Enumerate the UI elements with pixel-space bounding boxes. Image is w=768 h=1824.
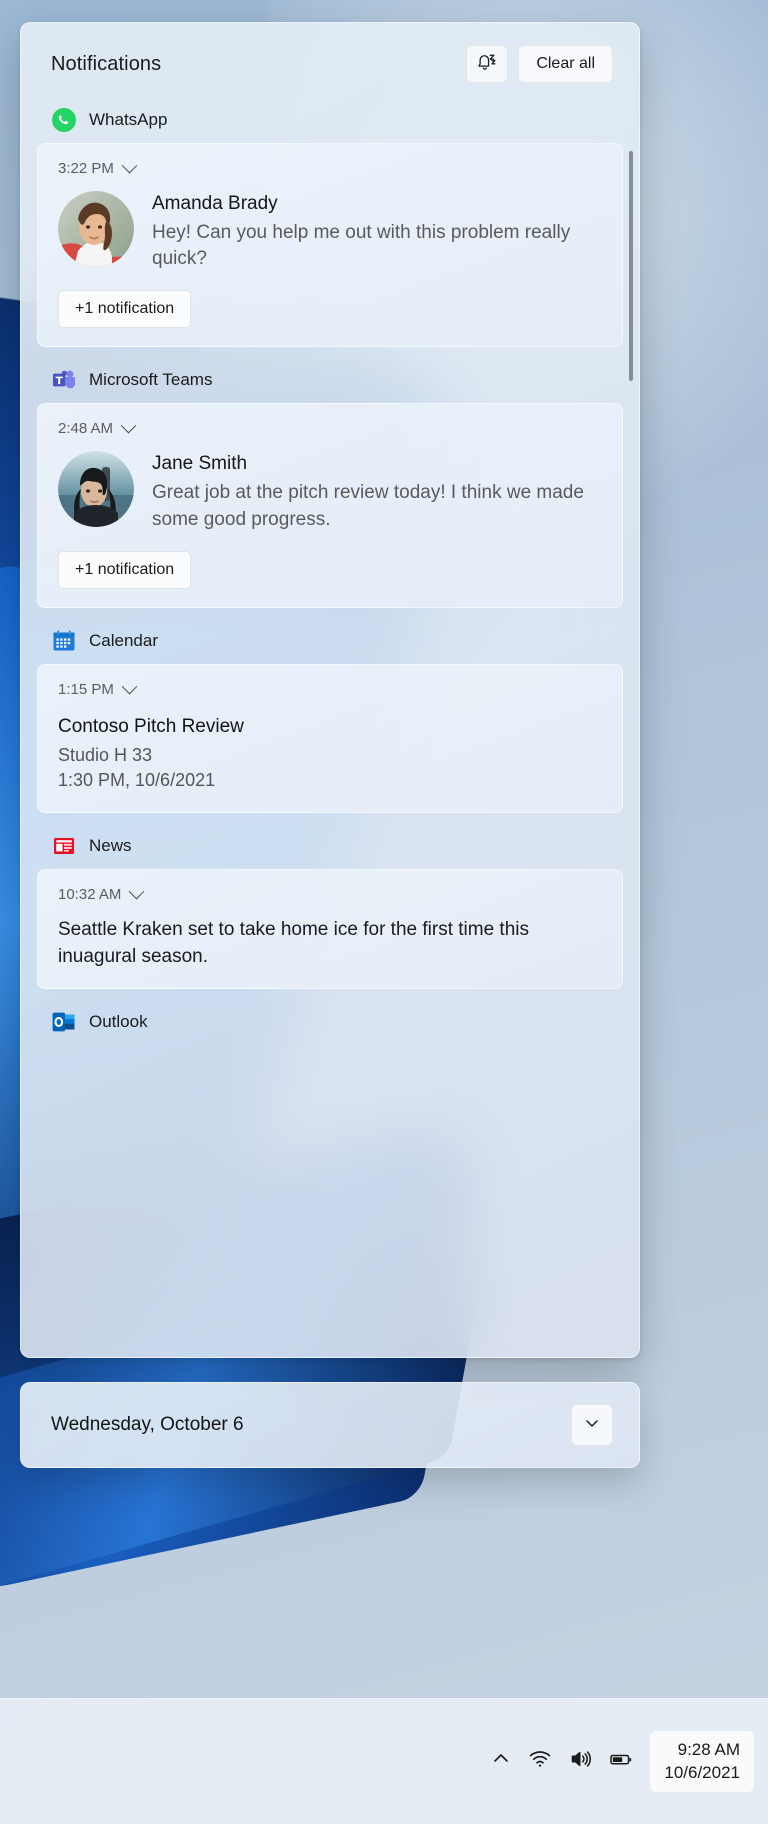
chevron-down-icon[interactable] — [121, 157, 138, 174]
wifi-icon — [528, 1747, 552, 1776]
desktop-root: Notifications Clear all WhatsApp 3:22 PM… — [0, 0, 768, 1824]
outlook-icon — [51, 1009, 77, 1035]
notification-time: 10:32 AM — [58, 885, 122, 903]
clear-all-button[interactable]: Clear all — [518, 45, 613, 83]
battery-button[interactable] — [608, 1746, 634, 1777]
notification-time: 2:48 AM — [58, 420, 114, 438]
toast-time-row: 3:22 PM — [58, 157, 602, 177]
date-bar[interactable]: Wednesday, October 6 — [20, 1382, 640, 1468]
message-sender: Amanda Brady — [152, 193, 278, 214]
app-header-calendar: Calendar — [21, 614, 639, 664]
chevron-down-icon[interactable] — [129, 883, 145, 900]
app-name-label: Microsoft Teams — [89, 370, 213, 390]
avatar — [58, 451, 134, 528]
toast-time-row: 10:32 AM — [58, 883, 602, 903]
notification-group-outlook: Outlook — [21, 995, 639, 1045]
message-text: Hey! Can you help me out with this probl… — [152, 222, 571, 270]
message-body: Amanda Brady Hey! Can you help me out wi… — [152, 191, 602, 272]
header-actions: Clear all — [466, 45, 613, 83]
clock-date: 10/6/2021 — [664, 1762, 740, 1782]
notification-toast-calendar[interactable]: 1:15 PM Contoso Pitch Review Studio H 33… — [37, 663, 623, 813]
message-row: Jane Smith Great job at the pitch review… — [58, 451, 602, 532]
event-location: Studio H 33 — [58, 744, 153, 765]
notification-toast-news[interactable]: 10:32 AM Seattle Kraken set to take home… — [37, 868, 623, 990]
notification-time: 3:22 PM — [58, 160, 114, 177]
notification-group-teams: Microsoft Teams 2:48 AM Jane Smith Great… — [21, 353, 639, 608]
wifi-button[interactable] — [528, 1747, 552, 1776]
taskbar: 9:28 AM 10/6/2021 — [0, 1698, 768, 1824]
chevron-down-icon[interactable] — [120, 418, 137, 434]
app-name-label: News — [89, 835, 132, 855]
bell-do-not-disturb-icon — [476, 51, 498, 78]
page-title: Notifications — [51, 52, 162, 75]
volume-button[interactable] — [568, 1747, 592, 1776]
avatar — [58, 191, 134, 267]
microsoft-teams-icon — [51, 367, 77, 393]
calendar-icon — [51, 628, 77, 654]
chevron-up-icon — [490, 1748, 512, 1775]
notification-group-whatsapp: WhatsApp 3:22 PM Amanda Brady Hey! Can y… — [21, 93, 639, 348]
app-header-whatsapp: WhatsApp — [21, 93, 639, 143]
app-name-label: WhatsApp — [89, 110, 168, 129]
event-time: 1:30 PM, 10/6/2021 — [58, 770, 216, 791]
more-notifications-button[interactable]: +1 notification — [58, 550, 192, 589]
toast-time-row: 2:48 AM — [58, 418, 602, 438]
tray-overflow-button[interactable] — [490, 1748, 512, 1775]
whatsapp-icon — [51, 107, 77, 133]
app-name-label: Outlook — [89, 1012, 148, 1032]
event-title: Contoso Pitch Review — [58, 715, 244, 737]
more-notifications-button[interactable]: +1 notification — [58, 290, 192, 329]
app-name-label: Calendar — [89, 630, 158, 650]
news-headline: Seattle Kraken set to take home ice for … — [58, 918, 529, 967]
message-row: Amanda Brady Hey! Can you help me out wi… — [58, 191, 602, 272]
message-text: Great job at the pitch review today! I t… — [152, 482, 584, 530]
notification-center-header: Notifications Clear all — [21, 23, 639, 93]
do-not-disturb-button[interactable] — [466, 45, 509, 83]
news-icon — [51, 833, 77, 859]
chevron-down-icon — [583, 1414, 601, 1437]
notification-group-news: News 10:32 AM Seattle Kraken set to take… — [21, 819, 639, 990]
expand-calendar-button[interactable] — [571, 1404, 613, 1446]
message-body: Jane Smith Great job at the pitch review… — [152, 451, 602, 532]
notification-group-calendar: Calendar 1:15 PM Contoso Pitch Review St… — [21, 614, 639, 813]
app-header-outlook: Outlook — [21, 995, 639, 1045]
notification-toast-teams[interactable]: 2:48 AM Jane Smith Great job at the pitc… — [37, 403, 623, 608]
notification-center-panel: Notifications Clear all WhatsApp 3:22 PM… — [20, 22, 640, 1358]
calendar-event: Contoso Pitch Review Studio H 33 1:30 PM… — [58, 716, 602, 794]
taskbar-clock[interactable]: 9:28 AM 10/6/2021 — [650, 1731, 754, 1792]
current-date-label: Wednesday, October 6 — [51, 1414, 244, 1435]
notification-list: WhatsApp 3:22 PM Amanda Brady Hey! Can y… — [21, 93, 639, 1347]
message-sender: Jane Smith — [152, 453, 248, 475]
speaker-icon — [568, 1747, 592, 1776]
notification-toast-whatsapp[interactable]: 3:22 PM Amanda Brady Hey! Can you help m… — [37, 143, 623, 348]
toast-time-row: 1:15 PM — [58, 678, 602, 698]
notification-scrollbar[interactable] — [629, 151, 633, 381]
clock-time: 9:28 AM — [677, 1740, 740, 1760]
battery-icon — [608, 1746, 634, 1777]
notification-time: 1:15 PM — [58, 680, 114, 698]
chevron-down-icon[interactable] — [121, 678, 138, 695]
app-header-news: News — [21, 819, 639, 869]
app-header-teams: Microsoft Teams — [21, 353, 639, 403]
